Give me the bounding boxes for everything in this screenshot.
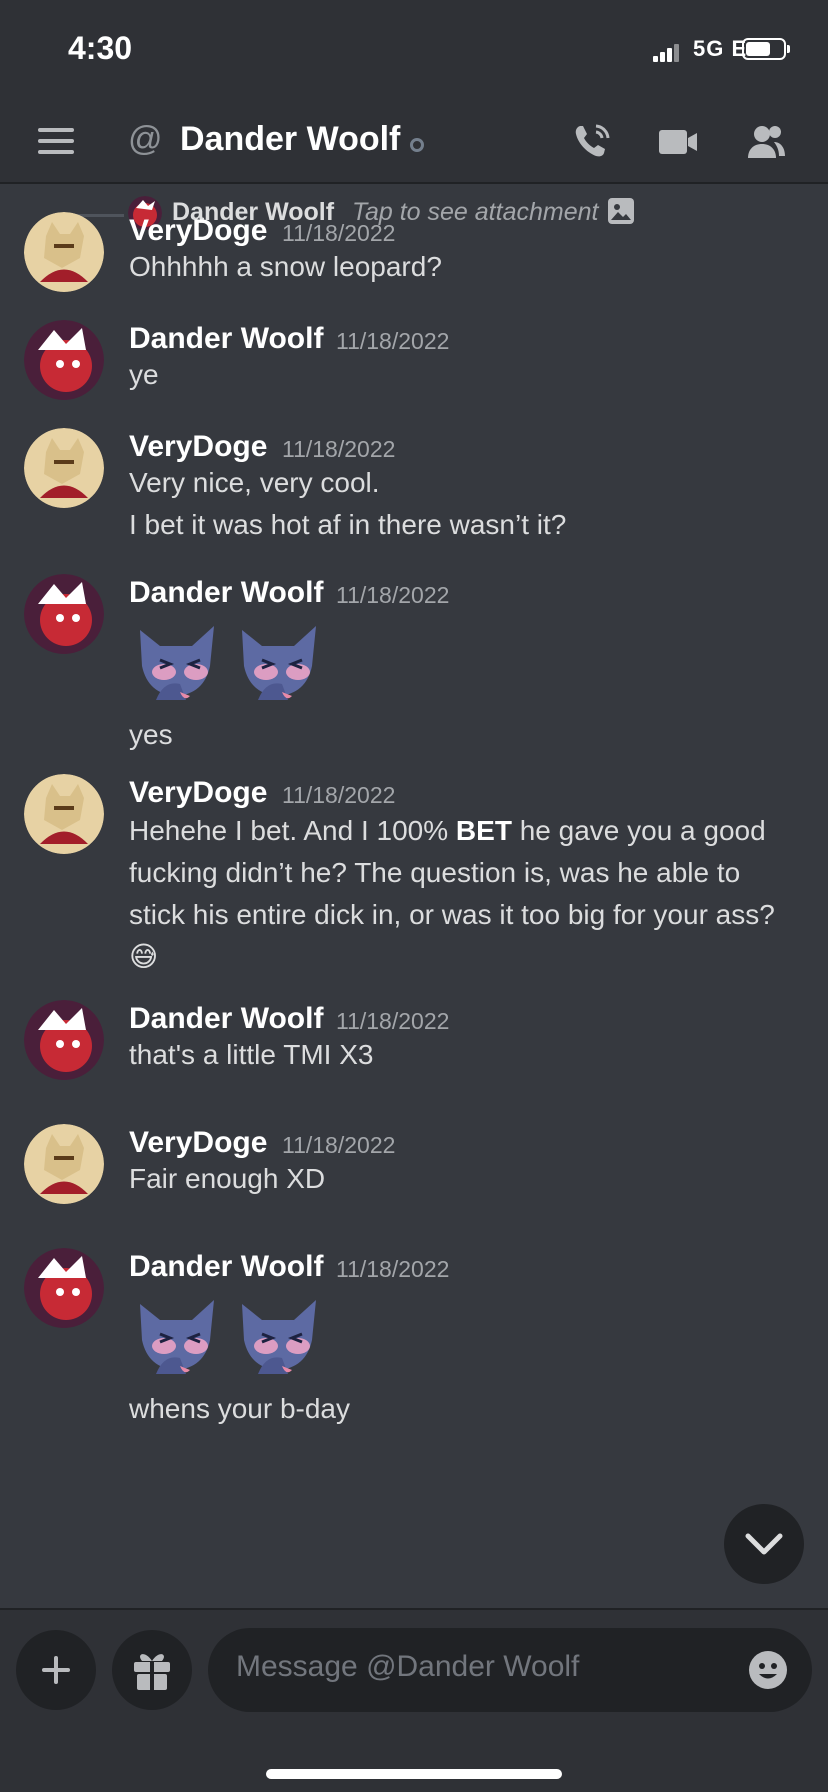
message-author[interactable]: VeryDoge	[129, 214, 267, 248]
message-author[interactable]: Dander Woolf	[129, 1002, 323, 1036]
message-author[interactable]: Dander Woolf	[129, 576, 323, 610]
home-indicator	[266, 1769, 562, 1779]
call-icon[interactable]	[570, 120, 614, 164]
message-text: Hehehe I bet. And I 100% BET he gave you…	[129, 815, 775, 972]
message-text: Very nice, very cool.	[129, 467, 380, 498]
message-text: ye	[129, 359, 159, 390]
avatar[interactable]	[24, 774, 104, 854]
sticker-emoji[interactable]	[232, 1290, 324, 1382]
status-indicator	[410, 138, 424, 152]
emoji-icon[interactable]	[748, 1650, 788, 1690]
message-timestamp: 11/18/2022	[282, 220, 396, 246]
message-author[interactable]: VeryDoge	[129, 430, 267, 464]
message-composer: Message @Dander Woolf	[0, 1608, 828, 1792]
message-timestamp: 11/18/2022	[336, 582, 450, 608]
message-author[interactable]: Dander Woolf	[129, 322, 323, 356]
message-timestamp: 11/18/2022	[282, 1132, 396, 1158]
message-list[interactable]: Dander Woolf Tap to see attachment VeryD…	[0, 184, 828, 1608]
message-timestamp: 11/18/2022	[336, 328, 450, 354]
clock: 4:30	[68, 30, 133, 66]
video-icon[interactable]	[656, 120, 700, 164]
message-timestamp: 11/18/2022	[336, 1256, 450, 1282]
sticker-emoji[interactable]	[130, 1290, 222, 1382]
channel-header: @ Dander Woolf	[0, 100, 828, 184]
avatar[interactable]	[24, 428, 104, 508]
chevron-down-icon	[745, 1533, 783, 1555]
message-author[interactable]: VeryDoge	[129, 1126, 267, 1160]
network-label: 5G E	[693, 36, 748, 61]
at-icon: @	[128, 120, 163, 158]
avatar[interactable]	[24, 574, 104, 654]
message-timestamp: 11/18/2022	[336, 1008, 450, 1034]
status-bar: 4:30 5G E	[0, 0, 828, 100]
message-text: I bet it was hot af in there wasn’t it?	[129, 509, 567, 540]
signal-icon	[653, 44, 681, 62]
members-icon[interactable]	[744, 120, 788, 164]
avatar[interactable]	[24, 1248, 104, 1328]
avatar[interactable]	[24, 1000, 104, 1080]
hamburger-icon[interactable]	[38, 128, 74, 154]
channel-title[interactable]: Dander Woolf	[180, 120, 400, 159]
message-text: yes	[129, 719, 173, 750]
message-text: Ohhhhh a snow leopard?	[129, 251, 442, 282]
message-author[interactable]: Dander Woolf	[129, 1250, 323, 1284]
sticker-emoji[interactable]	[232, 616, 324, 708]
add-attachment-button[interactable]	[16, 1630, 96, 1710]
message-timestamp: 11/18/2022	[282, 782, 396, 808]
gift-button[interactable]	[112, 1630, 192, 1710]
message-input[interactable]: Message @Dander Woolf	[208, 1628, 812, 1712]
message-placeholder: Message @Dander Woolf	[236, 1650, 580, 1683]
avatar[interactable]	[24, 320, 104, 400]
message-timestamp: 11/18/2022	[282, 436, 396, 462]
message-text: whens your b-day	[129, 1393, 351, 1424]
avatar[interactable]	[24, 212, 104, 292]
message-text: Fair enough XD	[129, 1163, 326, 1194]
avatar[interactable]	[24, 1124, 104, 1204]
message-text: that's a little TMI X3	[129, 1039, 374, 1070]
battery-icon	[742, 38, 790, 60]
gift-icon	[134, 1654, 170, 1690]
sticker-emoji[interactable]	[130, 616, 222, 708]
jump-to-bottom-button[interactable]	[724, 1504, 804, 1584]
image-icon	[608, 198, 634, 224]
message-author[interactable]: VeryDoge	[129, 776, 267, 810]
